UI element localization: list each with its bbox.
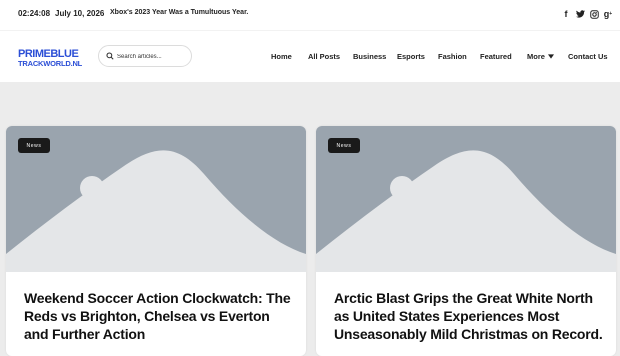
chevron-down-icon [548, 54, 555, 59]
logo-line-2: TRACKWORLD.NL [18, 59, 83, 68]
post-title[interactable]: Arctic Blast Grips the Great White North… [334, 289, 606, 343]
search-box[interactable] [98, 45, 192, 67]
search-icon [106, 52, 114, 60]
post-title[interactable]: Weekend Soccer Action Clockwatch: The Re… [24, 289, 296, 343]
image-placeholder [6, 126, 306, 272]
nav-esports[interactable]: Esports [397, 52, 425, 61]
twitter-icon[interactable] [574, 7, 586, 21]
top-bar: 02:24:08 July 10, 2026 Xbox's 2023 Year … [0, 0, 620, 30]
image-placeholder [316, 126, 616, 272]
category-badge[interactable]: News [18, 138, 50, 153]
instagram-icon[interactable] [588, 7, 600, 21]
nav-more[interactable]: More [527, 52, 555, 61]
post-card[interactable]: News Weekend Soccer Action Clockwatch: T… [6, 126, 306, 356]
google-plus-icon[interactable]: g + [602, 7, 614, 21]
nav-fashion[interactable]: Fashion [438, 52, 467, 61]
site-logo[interactable]: PRIMEBLUE TRACKWORLD.NL [18, 48, 83, 69]
category-badge[interactable]: News [328, 138, 360, 153]
nav-home[interactable]: Home [271, 52, 292, 61]
clock: 02:24:08 [18, 9, 51, 18]
nav-business[interactable]: Business [353, 52, 386, 61]
current-date: July 10, 2026 [55, 9, 105, 18]
search-input[interactable] [117, 49, 187, 64]
main-navigation: PRIMEBLUE TRACKWORLD.NL Home All Posts B… [0, 30, 620, 82]
nav-featured[interactable]: Featured [480, 52, 512, 61]
nav-contact-us[interactable]: Contact Us [568, 52, 608, 61]
facebook-icon[interactable]: f [560, 7, 572, 21]
nav-more-label: More [527, 52, 545, 61]
post-card[interactable]: News Arctic Blast Grips the Great White … [316, 126, 616, 356]
nav-all-posts[interactable]: All Posts [308, 52, 340, 61]
news-ticker[interactable]: Xbox's 2023 Year Was a Tumultuous Year. [110, 9, 248, 16]
logo-line-1: PRIMEBLUE [18, 48, 79, 60]
